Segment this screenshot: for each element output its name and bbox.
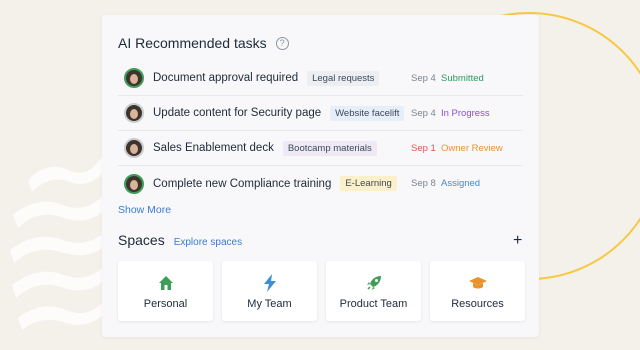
- avatar: [124, 68, 144, 88]
- explore-spaces-link[interactable]: Explore spaces: [174, 237, 242, 248]
- space-card-resources[interactable]: Resources: [430, 261, 525, 321]
- task-list: Document approval required Legal request…: [118, 61, 523, 201]
- space-label: Resources: [451, 297, 504, 310]
- rocket-icon: [364, 273, 384, 293]
- space-cards: Personal My Team Product Team Resources: [118, 261, 525, 321]
- space-label: Product Team: [339, 297, 408, 310]
- task-tag[interactable]: E-Learning: [340, 176, 397, 191]
- task-date: Sep 1: [411, 142, 436, 154]
- task-row[interactable]: Document approval required Legal request…: [118, 61, 523, 96]
- task-name[interactable]: Update content for Security page: [153, 107, 321, 119]
- task-tag[interactable]: Bootcamp materials: [282, 140, 377, 156]
- avatar: [124, 173, 144, 194]
- tasks-card: AI Recommended tasks ? Document approval…: [102, 15, 539, 337]
- avatar: [124, 138, 144, 158]
- space-card-my-team[interactable]: My Team: [222, 261, 317, 321]
- task-status: Submitted: [441, 72, 484, 84]
- task-row[interactable]: Sales Enablement deck Bootcamp materials…: [118, 131, 523, 166]
- task-name[interactable]: Document approval required: [153, 72, 298, 84]
- help-icon[interactable]: ?: [275, 36, 289, 50]
- space-label: My Team: [247, 297, 292, 310]
- task-row[interactable]: Update content for Security page Website…: [118, 96, 523, 131]
- task-name[interactable]: Sales Enablement deck: [153, 142, 274, 154]
- space-label: Personal: [143, 297, 188, 310]
- space-card-product-team[interactable]: Product Team: [326, 261, 421, 321]
- spaces-title: Spaces: [118, 232, 165, 248]
- space-card-personal[interactable]: Personal: [118, 261, 213, 321]
- card-header: AI Recommended tasks ?: [118, 35, 289, 51]
- task-tag[interactable]: Website facelift: [330, 105, 405, 121]
- lightning-icon: [260, 273, 280, 293]
- add-space-icon[interactable]: +: [513, 233, 522, 249]
- task-name[interactable]: Complete new Compliance training: [153, 178, 331, 190]
- show-more-link[interactable]: Show More: [118, 204, 171, 216]
- spaces-header: Spaces Explore spaces: [118, 232, 242, 248]
- task-date: Sep 8: [411, 178, 436, 189]
- task-status: In Progress: [441, 107, 490, 119]
- task-status: Assigned: [441, 178, 481, 189]
- house-icon: [156, 273, 176, 293]
- task-date: Sep 4: [411, 107, 436, 119]
- graduation-cap-icon: [468, 273, 488, 293]
- task-date: Sep 4: [411, 72, 436, 84]
- task-tag[interactable]: Legal requests: [307, 70, 380, 86]
- task-status: Owner Review: [441, 142, 503, 154]
- card-title: AI Recommended tasks: [118, 35, 267, 51]
- avatar: [124, 103, 144, 123]
- task-row[interactable]: Complete new Compliance training E-Learn…: [118, 166, 523, 201]
